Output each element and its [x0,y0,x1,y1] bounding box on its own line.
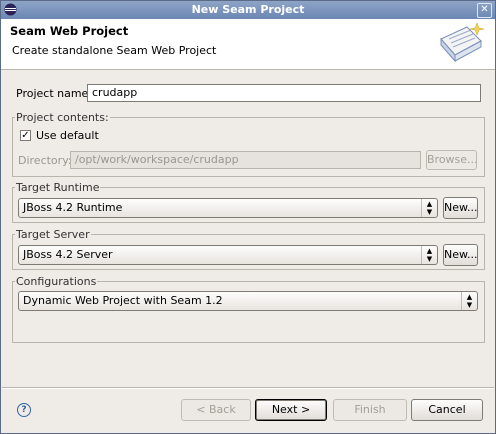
help-icon[interactable]: ? [17,403,31,417]
checkmark-icon: ✓ [21,130,30,141]
target-runtime-select[interactable]: JBoss 4.2 Runtime ▲ ▼ [18,198,438,218]
configurations-label: Configurations [15,275,98,288]
close-icon: ✕ [480,4,489,15]
updown-arrows-icon: ▲ ▼ [461,292,477,310]
finish-button[interactable]: Finish [333,399,407,421]
project-name-input[interactable]: crudapp [87,84,481,102]
use-default-label[interactable]: Use default [36,129,99,142]
target-server-select[interactable]: JBoss 4.2 Server ▲ ▼ [18,245,438,265]
footer-separator [2,387,494,389]
target-runtime-label: Target Runtime [15,181,101,194]
new-server-button[interactable]: New... [443,244,478,266]
updown-arrows-icon: ▲ ▼ [421,246,437,264]
project-name-label: Project name: [16,87,93,100]
back-button[interactable]: < Back [181,399,251,421]
use-default-checkbox[interactable]: ✓ [20,130,31,141]
window-title: New Seam Project [191,3,305,16]
new-runtime-button[interactable]: New... [443,197,478,219]
cancel-button[interactable]: Cancel [411,399,483,421]
directory-input[interactable]: /opt/work/workspace/crudapp [70,151,421,169]
target-runtime-value: JBoss 4.2 Runtime [23,201,123,214]
directory-label: Directory: [18,154,72,167]
updown-arrows-icon: ▲ ▼ [421,199,437,217]
configurations-select[interactable]: Dynamic Web Project with Seam 1.2 ▲ ▼ [18,291,478,311]
banner-title: Seam Web Project [10,24,129,38]
next-button[interactable]: Next > [255,399,327,421]
target-server-value: JBoss 4.2 Server [23,248,113,261]
banner-description: Create standalone Seam Web Project [12,44,217,57]
close-button[interactable]: ✕ [477,3,492,18]
seam-wizard-icon [440,22,485,63]
wizard-banner: Seam Web Project Create standalone Seam … [1,19,495,70]
project-contents-label: Project contents: [15,111,110,124]
title-bar[interactable]: New Seam Project ✕ [1,1,495,19]
target-server-label: Target Server [15,228,91,241]
configurations-value: Dynamic Web Project with Seam 1.2 [23,294,223,307]
browse-button[interactable]: Browse... [426,150,478,170]
dialog-window: New Seam Project ✕ Seam Web Project Crea… [0,0,496,434]
eclipse-icon [4,3,17,16]
